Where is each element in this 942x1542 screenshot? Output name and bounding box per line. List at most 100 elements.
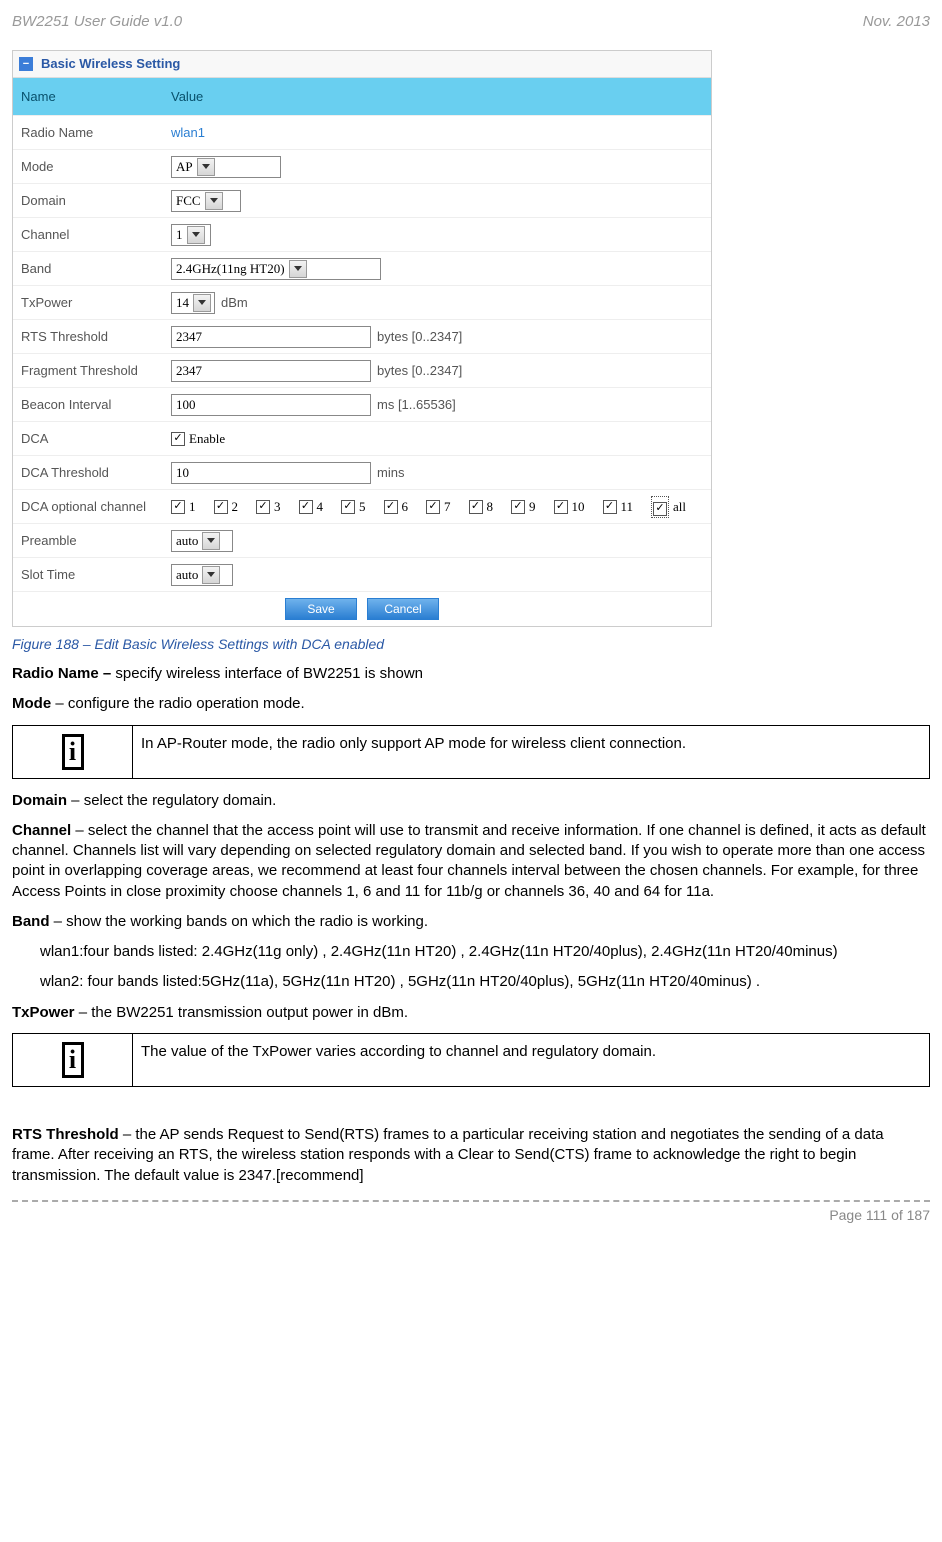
txpower-select[interactable]: 14: [171, 292, 215, 314]
chevron-down-icon[interactable]: [202, 532, 220, 550]
channel-select[interactable]: 1: [171, 224, 211, 246]
collapse-icon[interactable]: −: [19, 57, 33, 71]
chevron-down-icon[interactable]: [197, 158, 215, 176]
para-mode: Mode – configure the radio operation mod…: [12, 694, 930, 714]
beacon-hint: ms [1..65536]: [377, 396, 456, 414]
para-band-wlan2: wlan2: four bands listed:5GHz(11a), 5GHz…: [40, 972, 930, 992]
row-band: Band 2.4GHz(11ng HT20): [13, 251, 711, 285]
beacon-input[interactable]: 100: [171, 394, 371, 416]
dca-channel-7[interactable]: 7: [426, 498, 451, 516]
channel-text: – select the channel that the access poi…: [12, 822, 926, 900]
preamble-select-value: auto: [176, 532, 198, 550]
dca-channel-all[interactable]: all: [651, 496, 686, 518]
label-band: Band: [13, 254, 163, 284]
domain-bold: Domain: [12, 792, 67, 809]
dca-enable-checkbox[interactable]: Enable: [171, 430, 225, 448]
channel-bold: Channel: [12, 822, 71, 839]
dca-channel-label: 2: [232, 498, 239, 516]
doc-date: Nov. 2013: [863, 12, 930, 32]
mode-text: – configure the radio operation mode.: [51, 695, 305, 712]
dca-channel-label: 1: [189, 498, 196, 516]
page-header: BW2251 User Guide v1.0 Nov. 2013: [12, 12, 930, 32]
dca-channel-label: 5: [359, 498, 366, 516]
panel-title-bar: − Basic Wireless Setting: [13, 51, 711, 78]
dca-channel-1[interactable]: 1: [171, 498, 196, 516]
dca-channel-2[interactable]: 2: [214, 498, 239, 516]
band-select[interactable]: 2.4GHz(11ng HT20): [171, 258, 381, 280]
chevron-down-icon[interactable]: [289, 260, 307, 278]
dca-channel-5[interactable]: 5: [341, 498, 366, 516]
channel-select-value: 1: [176, 226, 183, 244]
note-text-2: The value of the TxPower varies accordin…: [133, 1033, 930, 1086]
doc-title: BW2251 User Guide v1.0: [12, 12, 182, 32]
chevron-down-icon[interactable]: [187, 226, 205, 244]
mode-select[interactable]: AP: [171, 156, 281, 178]
para-channel: Channel – select the channel that the ac…: [12, 821, 930, 902]
txpower-select-value: 14: [176, 294, 189, 312]
row-beacon: Beacon Interval 100 ms [1..65536]: [13, 387, 711, 421]
dca-channel-10[interactable]: 10: [554, 498, 585, 516]
checkbox-icon: [214, 500, 228, 514]
radio-name-bold: Radio Name –: [12, 665, 115, 682]
label-dca-threshold: DCA Threshold: [13, 458, 163, 488]
dca-channel-9[interactable]: 9: [511, 498, 536, 516]
col-value: Value: [163, 78, 711, 116]
frag-input-value: 2347: [176, 362, 202, 380]
panel-column-headers: Name Value: [13, 78, 711, 116]
dca-channel-label: 7: [444, 498, 451, 516]
mode-select-value: AP: [176, 158, 193, 176]
checkbox-icon: [341, 500, 355, 514]
row-slot-time: Slot Time auto: [13, 557, 711, 591]
slot-time-select[interactable]: auto: [171, 564, 233, 586]
figure-caption: Figure 188 – Edit Basic Wireless Setting…: [12, 635, 930, 654]
domain-select[interactable]: FCC: [171, 190, 241, 212]
panel-title-text: Basic Wireless Setting: [41, 55, 180, 73]
checkbox-icon: [171, 432, 185, 446]
dca-channel-3[interactable]: 3: [256, 498, 281, 516]
para-band-wlan1: wlan1:four bands listed: 2.4GHz(11g only…: [40, 942, 930, 962]
label-channel: Channel: [13, 220, 163, 250]
frag-input[interactable]: 2347: [171, 360, 371, 382]
row-channel: Channel 1: [13, 217, 711, 251]
label-preamble: Preamble: [13, 526, 163, 556]
label-txpower: TxPower: [13, 288, 163, 318]
info-icon: i: [62, 1042, 84, 1078]
checkbox-icon: [171, 500, 185, 514]
preamble-select[interactable]: auto: [171, 530, 233, 552]
dca-channel-4[interactable]: 4: [299, 498, 324, 516]
dca-channel-11[interactable]: 11: [603, 498, 634, 516]
rts-input[interactable]: 2347: [171, 326, 371, 348]
dca-enable-label: Enable: [189, 430, 225, 448]
radio-name-text: specify wireless interface of BW2251 is …: [115, 665, 423, 682]
info-icon: i: [62, 734, 84, 770]
dca-channel-6[interactable]: 6: [384, 498, 409, 516]
row-dca: DCA Enable: [13, 421, 711, 455]
dca-threshold-input[interactable]: 10: [171, 462, 371, 484]
chevron-down-icon[interactable]: [205, 192, 223, 210]
label-domain: Domain: [13, 186, 163, 216]
basic-wireless-panel: − Basic Wireless Setting Name Value Radi…: [12, 50, 712, 627]
row-domain: Domain FCC: [13, 183, 711, 217]
dca-channel-8[interactable]: 8: [469, 498, 494, 516]
para-radio-name: Radio Name – specify wireless interface …: [12, 664, 930, 684]
note-box-1: i In AP-Router mode, the radio only supp…: [12, 725, 930, 779]
mode-bold: Mode: [12, 695, 51, 712]
chevron-down-icon[interactable]: [202, 566, 220, 584]
row-frag: Fragment Threshold 2347 bytes [0..2347]: [13, 353, 711, 387]
dca-channel-label: 9: [529, 498, 536, 516]
save-button[interactable]: Save: [285, 598, 357, 620]
para-rts: RTS Threshold – the AP sends Request to …: [12, 1125, 930, 1186]
rts-text: – the AP sends Request to Send(RTS) fram…: [12, 1126, 884, 1184]
dca-channel-label: 10: [572, 498, 585, 516]
band-text: – show the working bands on which the ra…: [50, 913, 429, 930]
checkbox-icon: [256, 500, 270, 514]
cancel-button[interactable]: Cancel: [367, 598, 439, 620]
dca-channel-label: 8: [487, 498, 494, 516]
chevron-down-icon[interactable]: [193, 294, 211, 312]
row-mode: Mode AP: [13, 149, 711, 183]
panel-footer: Save Cancel: [13, 591, 711, 626]
rts-bold: RTS Threshold: [12, 1126, 119, 1143]
checkbox-icon: [426, 500, 440, 514]
slot-time-select-value: auto: [176, 566, 198, 584]
note-icon-cell: i: [13, 725, 133, 778]
